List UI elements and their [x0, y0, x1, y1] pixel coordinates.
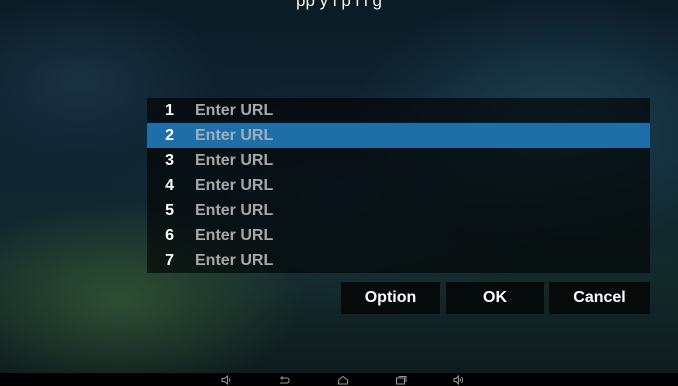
url-row-7[interactable]: 7 Enter URL: [147, 248, 650, 273]
screen: pp y l p l l g 1 Enter URL 2 Enter URL 3…: [0, 0, 678, 386]
url-row-1[interactable]: 1 Enter URL: [147, 98, 650, 123]
url-row-4[interactable]: 4 Enter URL: [147, 173, 650, 198]
ok-button[interactable]: OK: [446, 282, 544, 314]
url-field[interactable]: Enter URL: [195, 177, 273, 195]
url-field[interactable]: Enter URL: [195, 227, 273, 245]
url-list: 1 Enter URL 2 Enter URL 3 Enter URL 4 En…: [147, 98, 650, 273]
row-number: 6: [165, 226, 174, 244]
recent-apps-icon[interactable]: [394, 374, 408, 385]
row-number: 7: [165, 251, 174, 269]
url-row-2[interactable]: 2 Enter URL: [147, 123, 650, 148]
url-row-6[interactable]: 6 Enter URL: [147, 223, 650, 248]
row-number: 3: [165, 151, 174, 169]
row-number: 5: [165, 201, 174, 219]
row-number: 1: [165, 101, 174, 119]
volume-down-icon[interactable]: [220, 374, 234, 385]
row-number: 4: [165, 176, 174, 194]
url-row-3[interactable]: 3 Enter URL: [147, 148, 650, 173]
url-field[interactable]: Enter URL: [195, 202, 273, 220]
url-field[interactable]: Enter URL: [195, 127, 273, 145]
url-field[interactable]: Enter URL: [195, 252, 273, 270]
header-text: pp y l p l l g: [296, 0, 382, 10]
row-number: 2: [165, 126, 174, 144]
back-icon[interactable]: [277, 374, 291, 385]
volume-up-icon[interactable]: [452, 374, 466, 385]
option-button[interactable]: Option: [341, 282, 440, 314]
navigation-bar: [0, 373, 678, 386]
url-field[interactable]: Enter URL: [195, 152, 273, 170]
url-row-5[interactable]: 5 Enter URL: [147, 198, 650, 223]
url-field[interactable]: Enter URL: [195, 102, 273, 120]
home-icon[interactable]: [336, 374, 350, 385]
cancel-button[interactable]: Cancel: [549, 282, 650, 314]
